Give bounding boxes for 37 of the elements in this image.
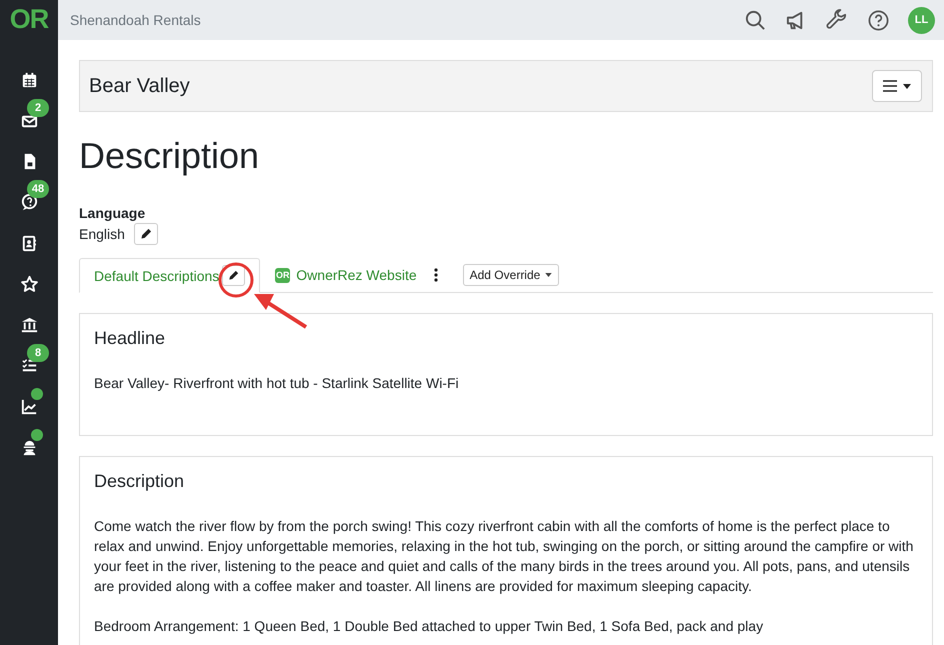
bank-icon	[20, 316, 38, 335]
language-value: English	[79, 226, 125, 242]
help-icon[interactable]	[867, 8, 890, 32]
sidebar-item[interactable]: 48	[0, 182, 58, 224]
pencil-icon	[140, 228, 152, 240]
field-label: Language	[79, 205, 146, 221]
menu-icon	[883, 80, 897, 92]
caret-icon	[903, 84, 911, 88]
tab[interactable]: OR OwnerRez Website	[260, 258, 432, 292]
star-icon	[20, 274, 38, 294]
kebab-icon[interactable]	[434, 268, 438, 282]
section-title: Headline	[94, 328, 166, 349]
property-name: Bear Valley	[89, 74, 190, 98]
sidebar-item[interactable]: 8	[0, 346, 58, 386]
sidebar-item[interactable]: 2	[0, 100, 58, 142]
question-bubble-icon	[20, 193, 38, 212]
count-badge: 8	[27, 344, 49, 362]
user-avatar[interactable]: LL	[908, 6, 935, 34]
paragraph: Bedroom Arrangement: 1 Queen Bed, 1 Double Bed attached to upper Twin Bed, 1 Sofa Bed, pack and play	[94, 617, 764, 636]
add-override-dropdown[interactable]: Add Override	[462, 264, 560, 286]
caret-icon	[545, 273, 552, 277]
count-badge: 48	[27, 180, 49, 198]
organization-name: Shenandoah Rentals	[70, 12, 201, 28]
menu-button[interactable]	[872, 70, 922, 102]
paragraph: Come watch the river flow by from the porch swing! This cozy riverfront cabin with all the comforts of home is the perfect place to relax and unwind. Enjoy unforgettable memories, relaxing in the hot tub, swinging on the porch, or sitting around the campfire or with your feet in the river, listening to the peace and quiet and calls of the many birds in the trees around you. All pots, pans, and utensils are provided along with a coffee maker and toaster. All linens are provided for maximum sleeping capacity.	[94, 517, 914, 596]
wrench-icon[interactable]	[826, 8, 849, 32]
brand-logo: OR	[275, 268, 290, 282]
count-badge: 2	[27, 98, 49, 117]
edit-button[interactable]	[134, 223, 158, 245]
tab[interactable]: Default Descriptions	[79, 258, 260, 293]
paragraph: Bear Valley- Riverfront with hot tub - Starlink Satellite Wi-Fi	[94, 374, 460, 393]
pencil-icon	[228, 270, 240, 281]
line-chart-icon	[20, 397, 38, 416]
search-icon[interactable]	[744, 8, 767, 32]
section-title: Description	[94, 471, 186, 492]
logo[interactable]: OR	[10, 0, 48, 40]
page-title: Description	[79, 134, 260, 178]
